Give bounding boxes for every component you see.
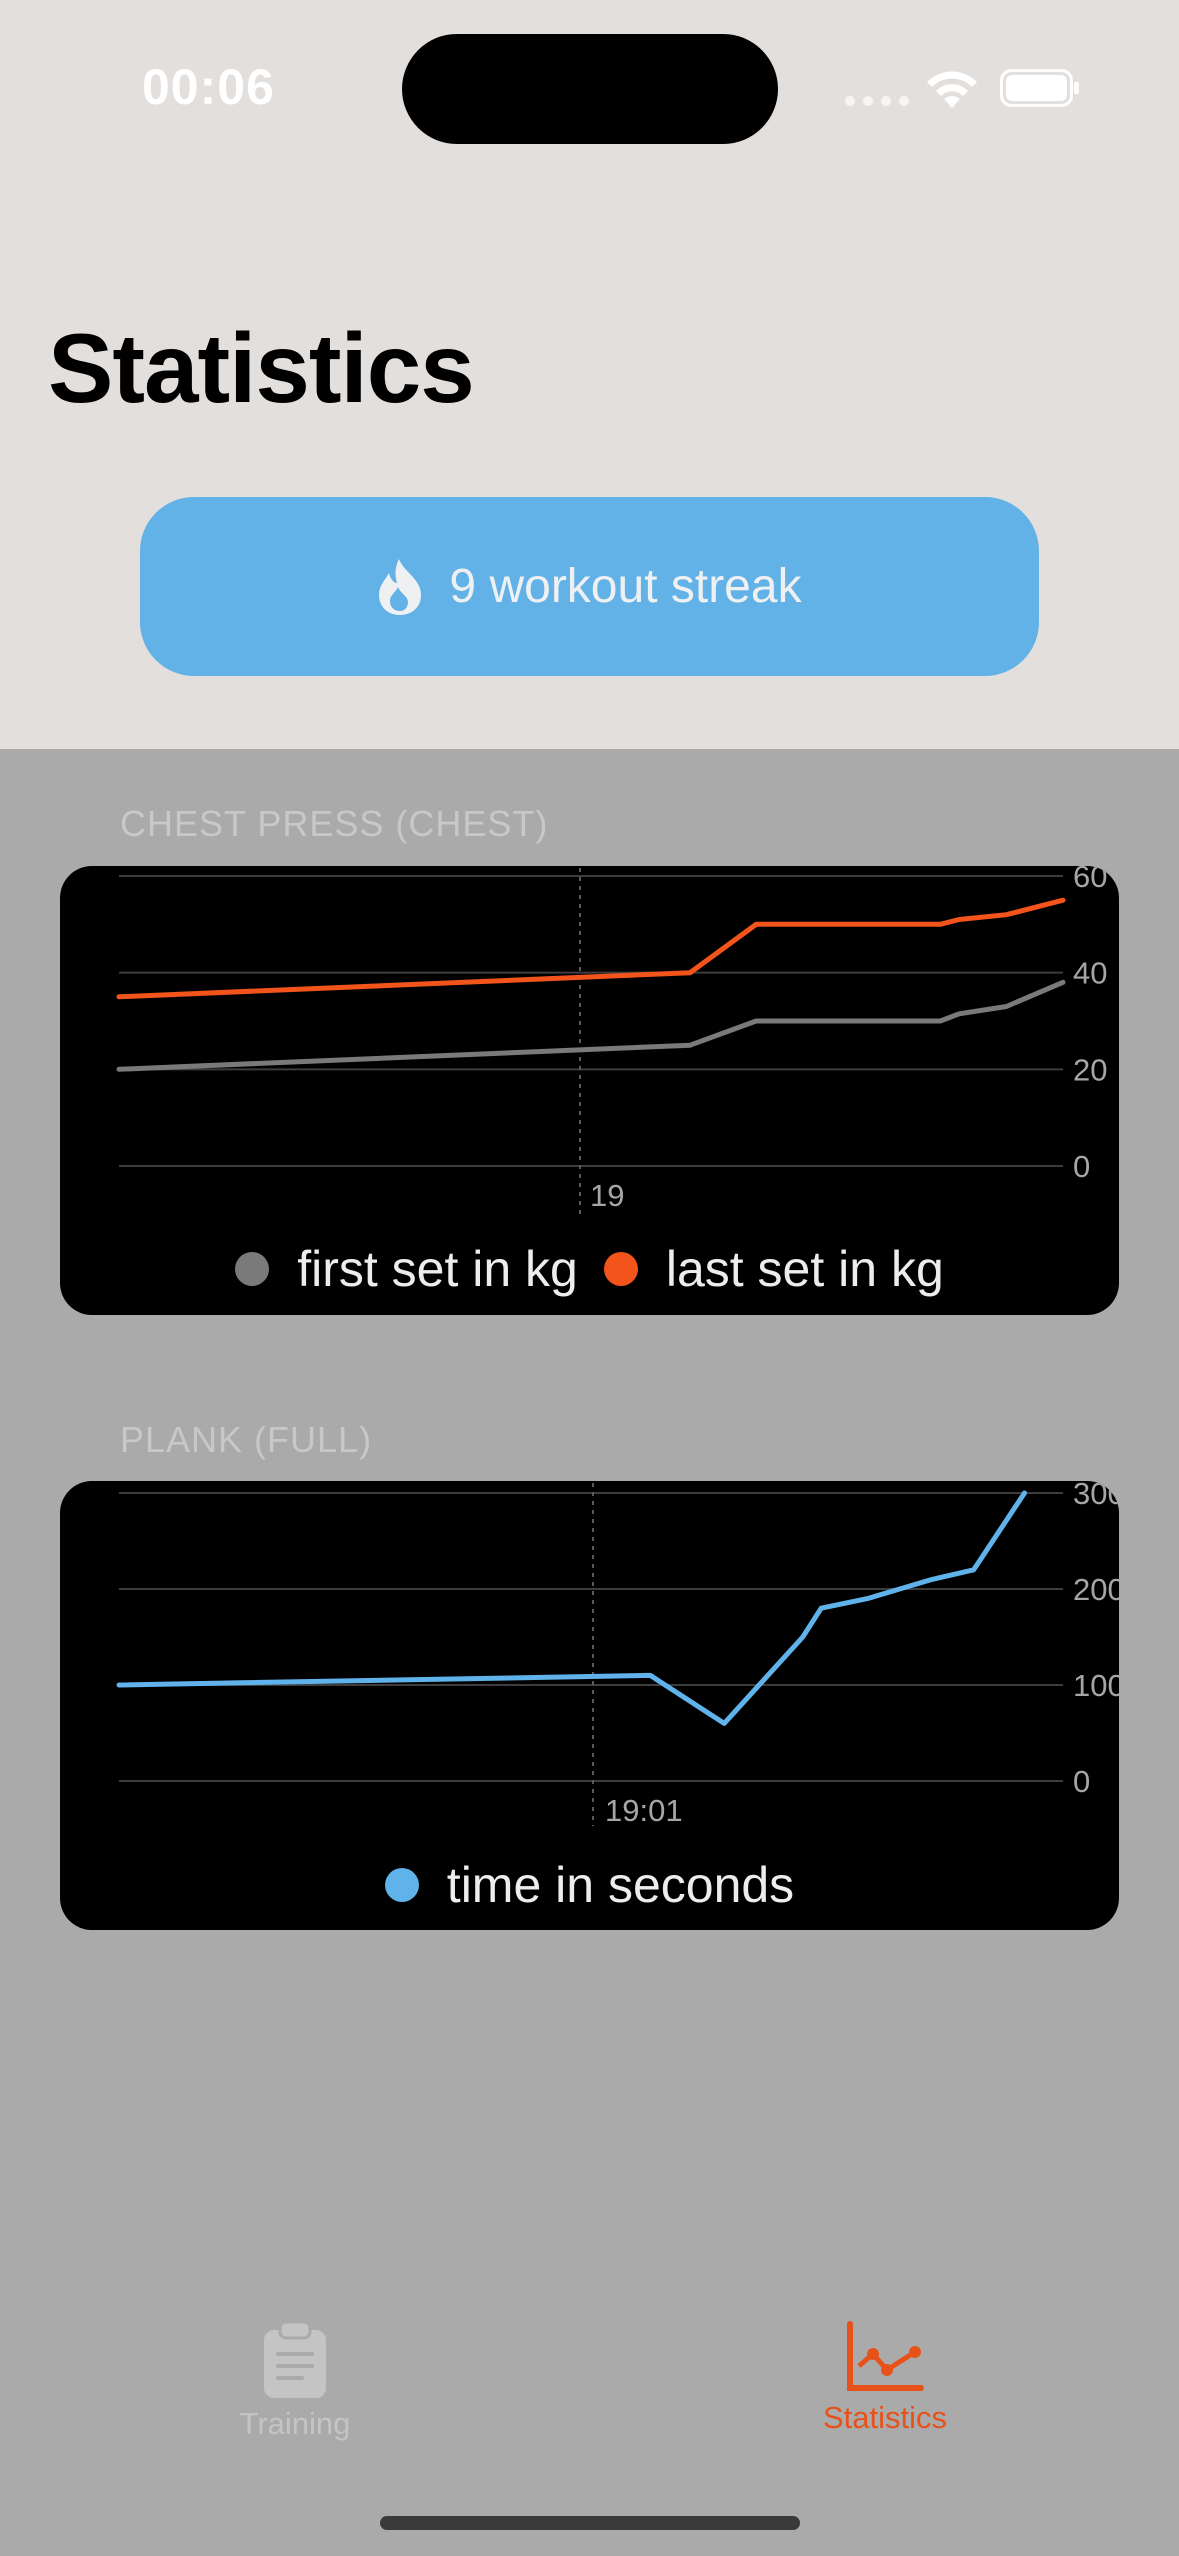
chart-icon xyxy=(847,2321,924,2391)
clipboard-icon xyxy=(264,2320,326,2398)
dynamic-island xyxy=(402,34,778,144)
home-indicator xyxy=(380,2516,800,2530)
plank-section-title: PLANK (FULL) xyxy=(120,1419,373,1460)
y-tick-label: 20 xyxy=(1073,1052,1107,1087)
legend-label-last-set: last set in kg xyxy=(665,1241,944,1297)
series-line-0 xyxy=(116,1490,1027,1726)
battery-icon xyxy=(1000,69,1079,107)
legend-item-time: time in seconds xyxy=(384,1856,795,1914)
legend-item-last-set: last set in kg xyxy=(603,1240,944,1298)
wifi-icon xyxy=(927,71,977,108)
y-tick-label: 100 xyxy=(1073,1668,1119,1703)
series-line-0 xyxy=(116,979,1066,1072)
tab-bar: Training Statistics xyxy=(0,2300,1179,2480)
legend-label-time: time in seconds xyxy=(446,1857,795,1913)
legend-dot-last-set xyxy=(603,1252,638,1286)
y-tick-label: 0 xyxy=(1073,1149,1090,1184)
y-tick-label: 60 xyxy=(1073,866,1107,894)
status-time: 00:06 xyxy=(142,59,275,115)
tab-statistics-label: Statistics xyxy=(822,2400,948,2435)
series-line-1 xyxy=(116,897,1066,1000)
y-tick-label: 40 xyxy=(1073,956,1107,991)
cellular-signal-icon xyxy=(845,96,909,106)
streak-label: 9 workout streak xyxy=(449,560,802,613)
tab-training-label: Training xyxy=(239,2406,351,2441)
legend-label-first-set: first set in kg xyxy=(297,1241,578,1297)
chest-press-section-title: CHEST PRESS (CHEST) xyxy=(120,803,549,844)
y-tick-label: 200 xyxy=(1073,1572,1119,1607)
y-tick-label: 300 xyxy=(1073,1481,1119,1511)
chest-press-chart: 60 40 20 0 19 first set in kg last set in kg xyxy=(60,866,1119,1315)
tab-training[interactable]: Training xyxy=(205,2320,385,2442)
y-tick-label: 0 xyxy=(1073,1764,1090,1799)
tab-statistics[interactable]: Statistics xyxy=(795,2320,975,2436)
legend-dot-first-set xyxy=(235,1252,270,1286)
legend-item-first-set: first set in kg xyxy=(235,1240,578,1298)
plank-chart: 300 200 100 0 19:01 time in seconds xyxy=(60,1481,1119,1930)
streak-button[interactable]: 9 workout streak xyxy=(140,497,1039,676)
plank-legend: time in seconds xyxy=(60,1856,1119,1914)
x-tick-label: 19:01 xyxy=(605,1793,683,1828)
page-title: Statistics xyxy=(48,313,475,423)
chest-press-legend: first set in kg last set in kg xyxy=(60,1240,1119,1298)
flame-icon xyxy=(379,558,422,615)
x-tick-label: 19 xyxy=(590,1178,624,1213)
legend-dot-time xyxy=(384,1868,419,1902)
